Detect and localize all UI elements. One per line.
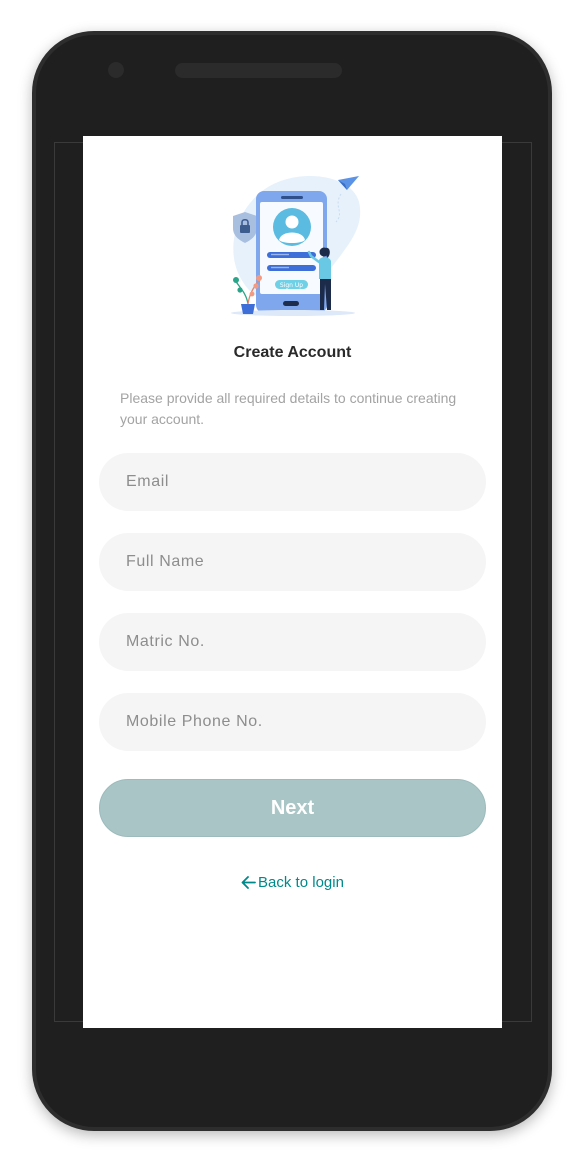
signup-illustration: ********* ********* Sign Up bbox=[231, 175, 361, 316]
mobile-phone-field[interactable] bbox=[99, 693, 486, 751]
speaker-grille bbox=[175, 63, 342, 78]
matric-no-field[interactable] bbox=[99, 613, 486, 671]
svg-text:*********: ********* bbox=[271, 253, 289, 258]
camera-icon bbox=[108, 62, 124, 78]
page-title: Create Account bbox=[233, 344, 352, 361]
user-avatar-icon bbox=[273, 208, 311, 246]
back-to-login-label: Back to login bbox=[258, 874, 344, 891]
app-screen: ********* ********* Sign Up Create Accou… bbox=[83, 136, 502, 1028]
back-to-login-link[interactable]: Back to login bbox=[83, 874, 502, 891]
full-name-field[interactable] bbox=[99, 533, 486, 591]
page-subtitle: Please provide all required details to c… bbox=[120, 390, 457, 427]
email-field[interactable] bbox=[99, 453, 486, 511]
next-button[interactable]: Next bbox=[99, 779, 486, 837]
svg-text:*********: ********* bbox=[271, 266, 289, 271]
illustration-signup-text: Sign Up bbox=[280, 282, 303, 289]
arrow-left-icon bbox=[241, 876, 256, 889]
